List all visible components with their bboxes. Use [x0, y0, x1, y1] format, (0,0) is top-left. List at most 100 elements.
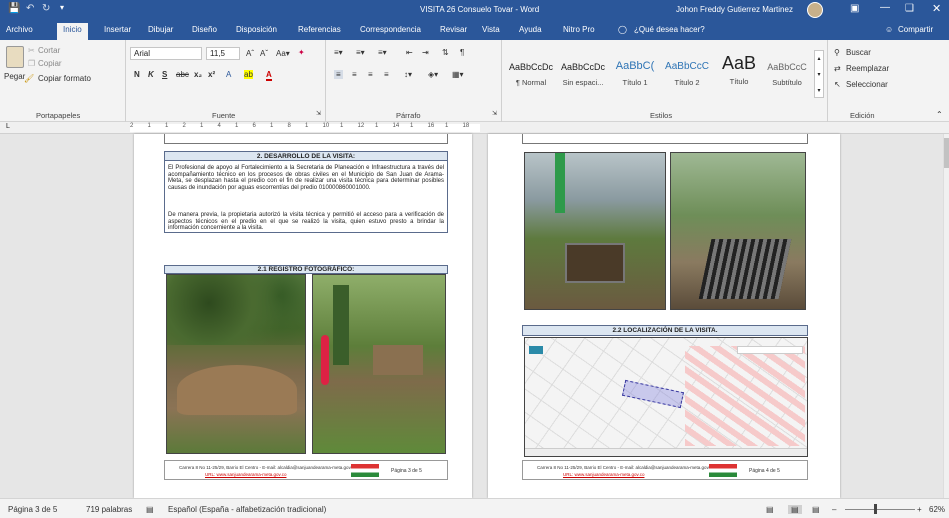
tab-archivo[interactable]: Archivo	[6, 25, 33, 34]
tab-nitro-pro[interactable]: Nitro Pro	[563, 25, 595, 34]
share-button[interactable]: Compartir	[898, 25, 933, 34]
zoom-in-icon[interactable]: +	[917, 505, 922, 514]
align-left-icon[interactable]: ≡	[334, 70, 343, 79]
align-right-icon[interactable]: ≡	[368, 70, 373, 79]
style-normal[interactable]: AaBbCcDc ¶ Normal	[506, 48, 556, 98]
shrink-font-icon[interactable]: Aˇ	[260, 49, 268, 58]
tab-referencias[interactable]: Referencias	[298, 25, 341, 34]
zoom-out-icon[interactable]: –	[832, 505, 836, 514]
font-family-select[interactable]: Arial	[130, 47, 202, 60]
save-icon[interactable]: 💾	[8, 3, 20, 14]
tab-ayuda[interactable]: Ayuda	[519, 25, 542, 34]
page-count[interactable]: Página 3 de 5	[8, 505, 57, 514]
tab-selector-icon[interactable]: L	[6, 123, 10, 130]
bullets-icon[interactable]: ≡▾	[334, 48, 343, 57]
ruler-tick-label: 1	[200, 123, 204, 129]
align-center-icon[interactable]: ≡	[352, 70, 357, 79]
multilevel-list-icon[interactable]: ≡▾	[378, 48, 387, 57]
proofing-icon[interactable]: ▤	[146, 505, 154, 514]
ribbon: Pegar ✂ Cortar ❐ Copiar 🖌 Copiar formato…	[0, 40, 949, 122]
bold-icon[interactable]: N	[134, 70, 140, 79]
ribbon-display-icon[interactable]: ▣	[850, 3, 859, 14]
paragraph-dialog-launcher-icon[interactable]: ⇲	[492, 110, 497, 117]
tab-vista[interactable]: Vista	[482, 25, 500, 34]
restore-icon[interactable]: ❑	[905, 3, 914, 14]
zoom-level[interactable]: 62%	[929, 505, 945, 514]
select-button[interactable]: Seleccionar	[846, 80, 888, 89]
decrease-indent-icon[interactable]: ⇤	[406, 48, 413, 57]
strikethrough-icon[interactable]: abc	[176, 70, 189, 79]
undo-icon[interactable]: ↶	[26, 3, 34, 14]
underline-icon[interactable]: S	[162, 70, 167, 79]
vertical-scrollbar[interactable]	[943, 134, 949, 498]
tab-insertar[interactable]: Insertar	[104, 25, 131, 34]
user-name[interactable]: Johon Freddy Gutierrez Martinez	[676, 5, 793, 14]
tab-dibujar[interactable]: Dibujar	[148, 25, 173, 34]
ruler-tick-label: 8	[287, 123, 291, 129]
section-heading-photos: 2.1 REGISTRO FOTOGRÁFICO:	[164, 265, 448, 274]
grow-font-icon[interactable]: Aˆ	[246, 49, 254, 58]
increase-indent-icon[interactable]: ⇥	[422, 48, 429, 57]
minimize-icon[interactable]: —	[880, 2, 890, 13]
style-no-spacing[interactable]: AaBbCcDc Sin espaci...	[558, 48, 608, 98]
style-subtitle[interactable]: AaBbCcC Subtítulo	[762, 48, 812, 98]
pilcrow-icon[interactable]: ¶	[460, 48, 464, 57]
tell-me-input[interactable]: ¿Qué desea hacer?	[634, 25, 705, 34]
highlight-icon[interactable]: ab	[244, 70, 253, 79]
paste-button[interactable]: Pegar	[4, 72, 25, 81]
replace-button[interactable]: Reemplazar	[846, 64, 889, 73]
map-layer-icon[interactable]	[529, 346, 543, 354]
tab-correspondencia[interactable]: Correspondencia	[360, 25, 421, 34]
text-effects-icon[interactable]: A	[226, 70, 231, 79]
clear-format-icon[interactable]: ✦	[298, 48, 305, 57]
font-color-icon[interactable]: A	[266, 70, 272, 81]
tab-disposicion[interactable]: Disposición	[236, 25, 277, 34]
page-3[interactable]: 2. DESARROLLO DE LA VISITA: El Profesion…	[134, 134, 472, 498]
zoom-slider[interactable]	[845, 509, 915, 510]
tab-revisar[interactable]: Revisar	[440, 25, 467, 34]
find-button[interactable]: Buscar	[846, 48, 871, 57]
location-map[interactable]	[524, 337, 808, 457]
footer-url[interactable]: URL: www.sanjuandearama-meta.gov.co	[205, 472, 286, 477]
page-4[interactable]: 2.2 LOCALIZACIÓN DE LA VISITA. Carrera 8…	[488, 134, 840, 498]
footer-url[interactable]: URL: www.sanjuandearama-meta.gov.co	[563, 472, 644, 477]
read-mode-icon[interactable]: ▤	[766, 505, 774, 514]
styles-scroll[interactable]: ▴ ▾ ▾	[814, 50, 824, 98]
avatar[interactable]	[807, 2, 823, 18]
style-title[interactable]: AaB Título	[714, 48, 764, 98]
map-search-box[interactable]	[737, 346, 803, 354]
copy-button[interactable]: Copiar	[38, 59, 62, 68]
italic-icon[interactable]: K	[148, 70, 154, 79]
tab-inicio[interactable]: Inicio	[57, 23, 88, 40]
subscript-icon[interactable]: x₂	[194, 70, 202, 79]
superscript-icon[interactable]: x²	[208, 70, 215, 79]
redo-icon[interactable]: ↻	[42, 3, 50, 14]
font-dialog-launcher-icon[interactable]: ⇲	[316, 110, 321, 117]
style-heading-2[interactable]: AaBbCcC Título 2	[662, 48, 712, 98]
zoom-slider-thumb[interactable]	[874, 504, 877, 514]
web-layout-icon[interactable]: ▤	[812, 505, 820, 514]
tab-diseno[interactable]: Diseño	[192, 25, 217, 34]
quick-access-dropdown-icon[interactable]: ▾	[60, 3, 64, 12]
language-indicator[interactable]: Español (España - alfabetización tradici…	[168, 505, 326, 514]
change-case-icon[interactable]: Aa▾	[276, 49, 290, 58]
scrollbar-thumb[interactable]	[944, 138, 949, 168]
paragraph-1[interactable]: El Profesional de apoyo al Fortalecimien…	[168, 165, 444, 191]
borders-icon[interactable]: ▦▾	[452, 70, 464, 79]
numbering-icon[interactable]: ≡▾	[356, 48, 365, 57]
document-area[interactable]: 2. DESARROLLO DE LA VISITA: El Profesion…	[0, 134, 943, 498]
sort-icon[interactable]: ⇅	[442, 48, 449, 57]
justify-icon[interactable]: ≡	[384, 70, 389, 79]
cut-button[interactable]: Cortar	[38, 46, 60, 55]
shading-icon[interactable]: ◈▾	[428, 70, 438, 79]
font-size-select[interactable]: 11,5	[206, 47, 240, 60]
close-icon[interactable]: ✕	[932, 2, 941, 15]
line-spacing-icon[interactable]: ↕▾	[404, 70, 412, 79]
format-painter-button[interactable]: Copiar formato	[38, 74, 91, 83]
collapse-ribbon-icon[interactable]: ⌃	[936, 110, 943, 119]
section-heading-visit: 2. DESARROLLO DE LA VISITA:	[164, 151, 448, 161]
print-layout-icon[interactable]: ▤	[788, 505, 802, 514]
style-heading-1[interactable]: AaBbC(Título 1	[610, 48, 660, 98]
paragraph-2[interactable]: De manera previa, la propietaria autoriz…	[168, 212, 444, 232]
word-count[interactable]: 719 palabras	[86, 505, 132, 514]
